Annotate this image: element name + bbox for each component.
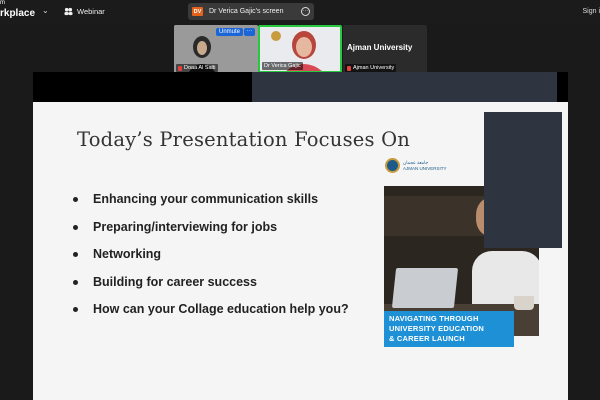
list-item: Preparing/interviewing for jobs bbox=[73, 220, 349, 248]
university-seal-icon bbox=[385, 158, 400, 173]
bullet-icon bbox=[73, 197, 78, 202]
list-item: Building for career success bbox=[73, 275, 349, 303]
list-item: Enhancing your communication skills bbox=[73, 192, 349, 220]
slide-banner: NAVIGATING THROUGH UNIVERSITY EDUCATION … bbox=[384, 311, 514, 347]
top-bar: m rkplace ⌄ Webinar DV Dr Verica Gajic's… bbox=[0, 0, 600, 24]
participant-name-text: Doaa Al Salti bbox=[184, 65, 216, 71]
bullet-icon bbox=[73, 307, 78, 312]
redaction-overlay bbox=[252, 72, 557, 103]
more-options-icon[interactable]: ··· bbox=[301, 7, 310, 16]
webinar-label: Webinar bbox=[77, 7, 105, 16]
bullet-icon bbox=[73, 279, 78, 285]
participant-tile-doaa[interactable]: Unmute ··· Doaa Al Salti bbox=[174, 25, 258, 73]
sign-in-link[interactable]: Sign i bbox=[582, 8, 600, 15]
unmute-button[interactable]: Unmute bbox=[216, 28, 244, 36]
participant-tile-ajman[interactable]: Ajman University Ajman University bbox=[343, 25, 427, 73]
participant-name: Ajman University bbox=[345, 64, 397, 72]
screen-share-indicator[interactable]: DV Dr Verica Gajic's screen ··· bbox=[188, 3, 314, 20]
redaction-overlay bbox=[484, 112, 562, 248]
bullet-text: Building for career success bbox=[93, 274, 257, 289]
chevron-down-icon[interactable]: ⌄ bbox=[42, 6, 49, 15]
list-item: Networking bbox=[73, 247, 349, 275]
participant-name: Dr Verica Gajic bbox=[262, 62, 303, 70]
mic-muted-icon bbox=[178, 65, 182, 71]
tile-more-button[interactable]: ··· bbox=[244, 28, 255, 36]
participant-display-name: Ajman University bbox=[347, 43, 413, 52]
logo-text: جامعة عجمان AJMAN UNIVERSITY bbox=[403, 160, 447, 172]
slide-title: Today’s Presentation Focuses On bbox=[77, 128, 411, 151]
bullet-list: Enhancing your communication skills Prep… bbox=[73, 192, 349, 330]
participant-name-text: Dr Verica Gajic bbox=[264, 63, 301, 69]
participant-name: Doaa Al Salti bbox=[176, 64, 218, 72]
presenter-avatar: DV bbox=[192, 7, 203, 16]
banner-line: & CAREER LAUNCH bbox=[389, 334, 465, 343]
brand-name: rkplace bbox=[0, 8, 36, 19]
bullet-text: Enhancing your communication skills bbox=[93, 192, 319, 206]
banner-line: UNIVERSITY EDUCATION bbox=[389, 324, 484, 333]
mic-muted-icon bbox=[347, 65, 351, 71]
list-item: How can your Collage education help you? bbox=[73, 302, 349, 330]
bullet-icon bbox=[73, 224, 78, 230]
bullet-text: Preparing/interviewing for jobs bbox=[93, 219, 278, 234]
screen-share-label: Dr Verica Gajic's screen bbox=[209, 8, 284, 15]
webinar-menu[interactable]: Webinar bbox=[64, 7, 105, 16]
banner-line: NAVIGATING THROUGH bbox=[389, 314, 479, 323]
participant-tile-verica[interactable]: Dr Verica Gajic bbox=[258, 25, 342, 73]
bullet-icon bbox=[73, 252, 78, 257]
brand-small: m bbox=[0, 0, 5, 6]
university-logo: جامعة عجمان AJMAN UNIVERSITY bbox=[385, 158, 447, 173]
participant-name-text: Ajman University bbox=[353, 65, 395, 71]
bullet-text: How can your Collage education help you? bbox=[93, 302, 349, 316]
bullet-text: Networking bbox=[93, 247, 162, 261]
logo-english: AJMAN UNIVERSITY bbox=[403, 165, 447, 171]
people-icon bbox=[64, 7, 73, 16]
